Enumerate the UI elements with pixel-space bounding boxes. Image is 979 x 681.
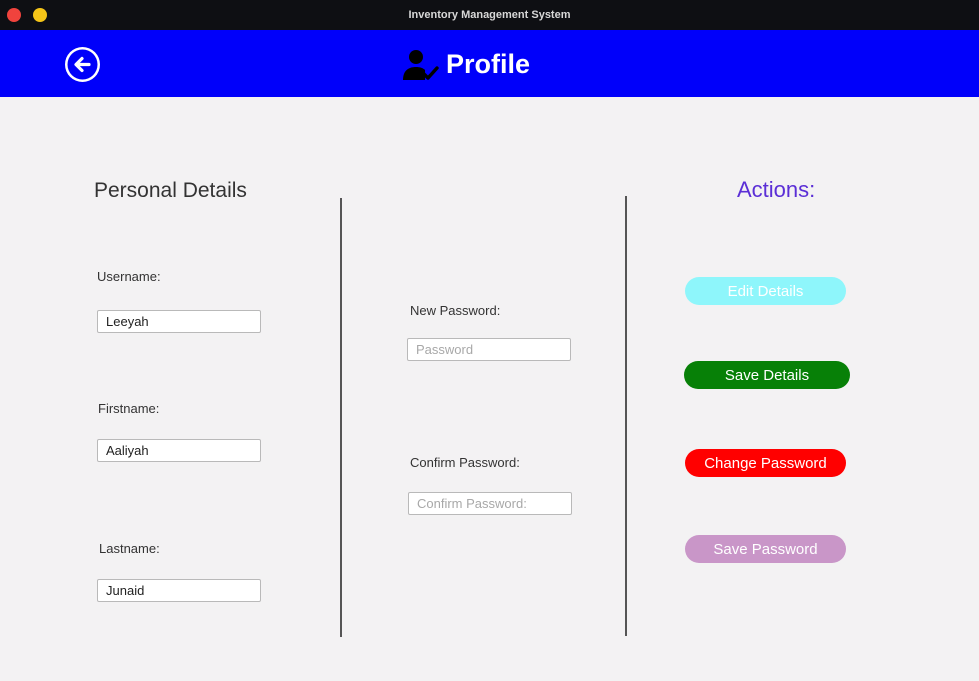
back-button[interactable] [65,47,100,82]
username-input[interactable] [97,310,261,333]
save-details-button[interactable]: Save Details [684,361,850,389]
personal-details-title: Personal Details [94,179,247,202]
user-check-icon [401,49,439,81]
confirm-password-input[interactable] [408,492,572,515]
left-divider [340,198,342,637]
change-password-button[interactable]: Change Password [685,449,846,477]
window-title: Inventory Management System [408,9,571,21]
actions-title: Actions: [737,177,816,202]
confirm-password-label: Confirm Password: [410,455,520,470]
window-titlebar: Inventory Management System [0,0,979,30]
firstname-input[interactable] [97,439,261,462]
new-password-label: New Password: [410,303,501,318]
right-divider [625,196,627,636]
firstname-label: Firstname: [98,401,160,416]
new-password-input[interactable] [407,338,571,361]
save-password-button[interactable]: Save Password [685,535,846,563]
lastname-label: Lastname: [99,541,160,556]
username-label: Username: [97,269,161,284]
arrow-left-icon [67,49,98,80]
header-bar: Profile [0,30,979,97]
lastname-input[interactable] [97,579,261,602]
edit-details-button[interactable]: Edit Details [685,277,846,305]
page-title: Profile [446,49,531,79]
